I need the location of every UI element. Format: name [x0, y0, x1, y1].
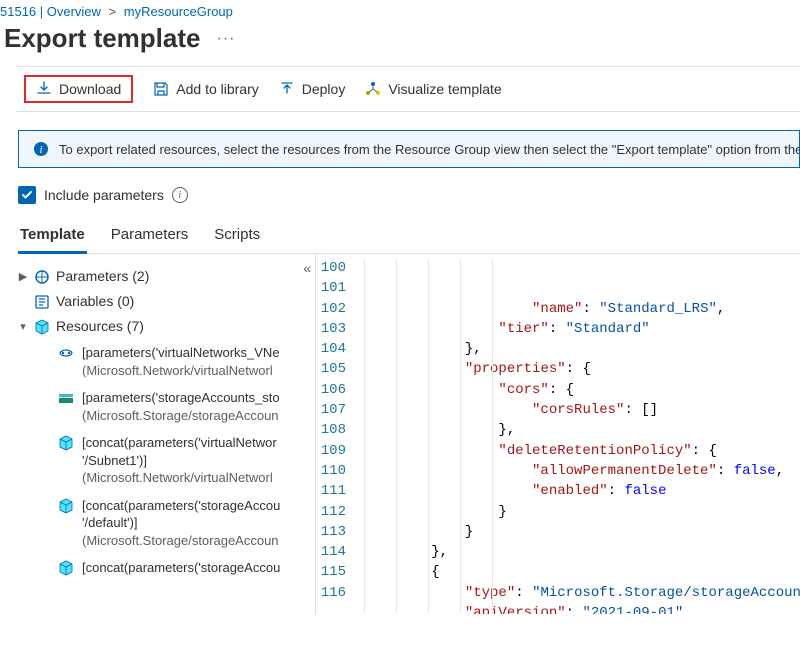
vnet-icon	[58, 345, 74, 361]
include-parameters-checkbox[interactable]	[18, 186, 36, 204]
include-parameters-label: Include parameters	[44, 187, 164, 203]
tree-resources-label: Resources (7)	[56, 318, 144, 334]
cube-icon	[58, 498, 74, 514]
cube-icon	[58, 435, 74, 451]
visualize-button[interactable]: Visualize template	[365, 81, 501, 97]
page-title: Export template	[4, 23, 201, 54]
breadcrumb: 51516 | Overview > myResourceGroup	[0, 0, 800, 21]
resource-item-text: [parameters('storageAccounts_sto(Microso…	[82, 389, 280, 424]
add-to-library-button[interactable]: Add to library	[153, 81, 258, 97]
tree-variables-label: Variables (0)	[56, 293, 134, 309]
resource-item[interactable]: [concat(parameters('virtualNetwor'/Subne…	[58, 429, 309, 492]
tab-parameters[interactable]: Parameters	[109, 220, 191, 253]
upload-icon	[279, 81, 295, 97]
deploy-button[interactable]: Deploy	[279, 81, 346, 97]
toolbar: Download Add to library Deploy Visualize…	[16, 66, 800, 112]
tree-parameters[interactable]: ▶ Parameters (2)	[18, 264, 309, 289]
tree-parameters-label: Parameters (2)	[56, 268, 149, 284]
resource-item-text: [concat(parameters('storageAccou'/defaul…	[82, 497, 280, 550]
visualize-label: Visualize template	[388, 81, 501, 97]
resource-item-text: [parameters('virtualNetworks_VNe(Microso…	[82, 344, 280, 379]
resource-item[interactable]: [parameters('virtualNetworks_VNe(Microso…	[58, 339, 309, 384]
resources-icon	[34, 319, 50, 335]
breadcrumb-item-overview[interactable]: 51516 | Overview	[0, 4, 101, 19]
include-parameters-row: Include parameters i	[18, 186, 800, 204]
resource-item[interactable]: [parameters('storageAccounts_sto(Microso…	[58, 384, 309, 429]
storage-icon	[58, 390, 74, 406]
resource-item-text: [concat(parameters('storageAccou	[82, 559, 280, 577]
parameters-icon	[34, 269, 50, 285]
save-icon	[153, 81, 169, 97]
add-to-library-label: Add to library	[176, 81, 258, 97]
tabs: Template Parameters Scripts	[18, 220, 800, 254]
tab-template[interactable]: Template	[18, 220, 87, 254]
info-icon: i	[33, 141, 49, 157]
resource-item[interactable]: [concat(parameters('storageAccou'/defaul…	[58, 492, 309, 555]
download-label: Download	[59, 81, 121, 97]
resource-item-text: [concat(parameters('virtualNetwor'/Subne…	[82, 434, 277, 487]
tree-resources[interactable]: ▾ Resources (7)	[18, 314, 309, 339]
info-banner-text: To export related resources, select the …	[59, 142, 800, 157]
resource-item[interactable]: [concat(parameters('storageAccou	[58, 554, 309, 582]
tree-resources-children: [parameters('virtualNetworks_VNe(Microso…	[58, 339, 309, 582]
svg-text:i: i	[39, 144, 42, 156]
breadcrumb-item-resourcegroup[interactable]: myResourceGroup	[124, 4, 233, 19]
tree-pane: « ▶ Parameters (2) Variables (0) ▾ Resou…	[18, 254, 316, 614]
chevron-right-icon: ▶	[18, 268, 28, 283]
code-gutter: 100 101 102 103 104 105 106 107 108 109 …	[316, 258, 356, 614]
chevron-right-icon: >	[109, 4, 117, 19]
code-pane[interactable]: 100 101 102 103 104 105 106 107 108 109 …	[316, 254, 800, 614]
collapse-pane-icon[interactable]: «	[303, 260, 311, 276]
tab-scripts[interactable]: Scripts	[212, 220, 262, 253]
info-hint-icon[interactable]: i	[172, 187, 188, 203]
tree-variables[interactable]: Variables (0)	[18, 289, 309, 314]
info-banner: i To export related resources, select th…	[18, 130, 800, 168]
content-row: « ▶ Parameters (2) Variables (0) ▾ Resou…	[18, 254, 800, 614]
cube-icon	[58, 560, 74, 576]
code-body: "name": "Standard_LRS", "tier": "Standar…	[356, 258, 800, 614]
visualize-icon	[365, 81, 381, 97]
download-icon	[36, 81, 52, 97]
deploy-label: Deploy	[302, 81, 346, 97]
more-icon[interactable]: ···	[217, 30, 236, 48]
download-button[interactable]: Download	[24, 75, 133, 103]
chevron-down-icon: ▾	[18, 318, 28, 333]
variables-icon	[34, 294, 50, 310]
